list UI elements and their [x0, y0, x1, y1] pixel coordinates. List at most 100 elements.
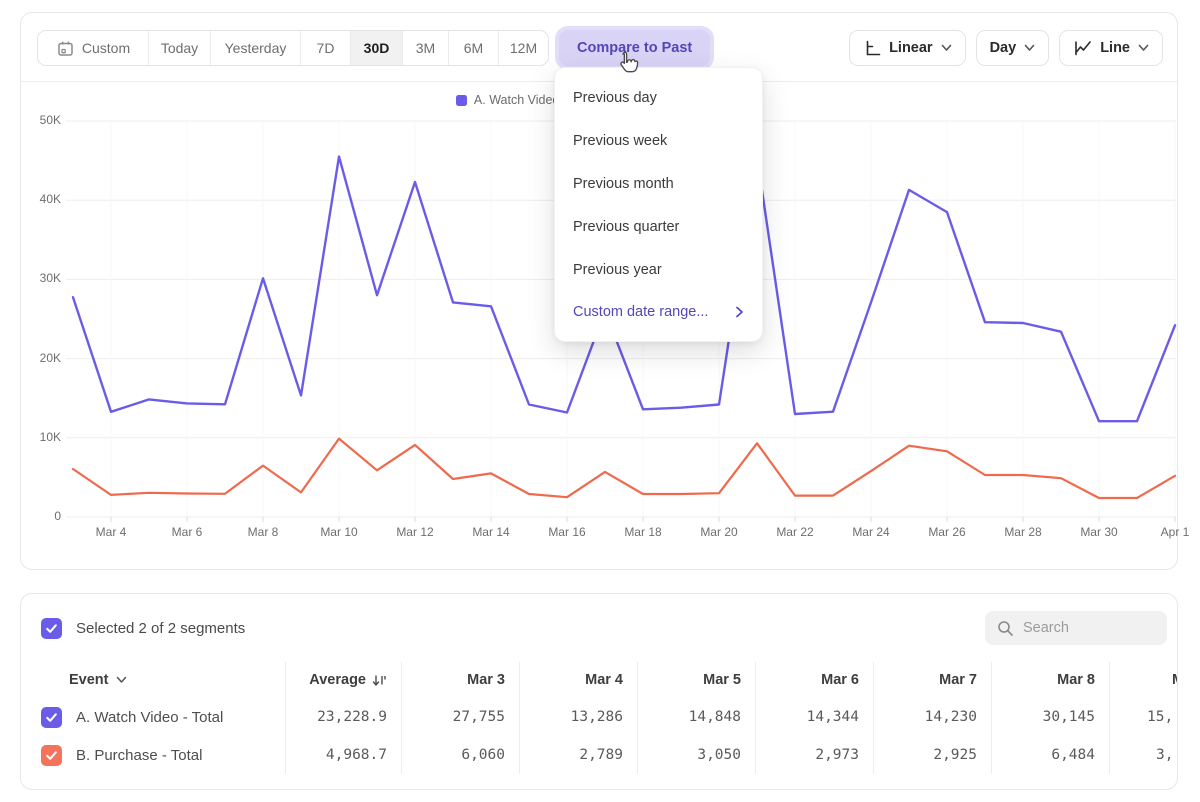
- sort-descending-icon: [372, 673, 387, 688]
- x-axis-label: Mar 26: [924, 525, 970, 539]
- column-header-event[interactable]: Event: [21, 662, 285, 698]
- chart-type-select[interactable]: Line: [1059, 30, 1163, 66]
- check-icon: [44, 621, 59, 636]
- chevron-right-icon: [735, 306, 744, 318]
- row-purchase-checkbox[interactable]: [41, 745, 62, 766]
- row-watch-video-label: A. Watch Video - Total: [21, 698, 285, 736]
- line-chart-icon: [1073, 39, 1092, 57]
- cell-value: 30,145: [991, 698, 1109, 736]
- scale-label: Linear: [889, 40, 933, 56]
- cell-value: 13,286: [519, 698, 637, 736]
- x-axis-label: Mar 24: [848, 525, 894, 539]
- cell-value: 2,973: [755, 736, 873, 774]
- custom-date-range-label: Custom date range...: [573, 304, 708, 320]
- column-header: Mar 8: [991, 662, 1109, 698]
- segments-header: Selected 2 of 2 segments: [21, 608, 1177, 648]
- range-12m[interactable]: 12M: [498, 31, 548, 65]
- cell-value: 23,228.9: [285, 698, 401, 736]
- cell-value-clipped: 3,: [1109, 736, 1178, 774]
- check-icon: [44, 710, 59, 725]
- chart-type-label: Line: [1100, 40, 1130, 56]
- column-header-clipped: M: [1109, 662, 1178, 698]
- row-watch-video-checkbox[interactable]: [41, 707, 62, 728]
- cell-value: 2,925: [873, 736, 991, 774]
- cell-value: 4,968.7: [285, 736, 401, 774]
- column-header: Mar 5: [637, 662, 755, 698]
- search-input[interactable]: [1023, 620, 1153, 636]
- menu-item-previous-day[interactable]: Previous day: [555, 76, 762, 119]
- chevron-down-icon: [941, 44, 952, 52]
- x-axis-label: Mar 14: [468, 525, 514, 539]
- compare-to-past-menu: Previous day Previous week Previous mont…: [554, 67, 763, 342]
- x-axis-label: Mar 16: [544, 525, 590, 539]
- table-row: B. Purchase - Total 4,968.7 6,060 2,789 …: [21, 736, 1178, 774]
- cell-value: 3,050: [637, 736, 755, 774]
- x-axis-label: Mar 28: [1000, 525, 1046, 539]
- column-header: Mar 6: [755, 662, 873, 698]
- column-header-average[interactable]: Average: [285, 662, 401, 698]
- chart-controls: Linear Day Line: [849, 30, 1163, 66]
- interval-label: Day: [990, 40, 1017, 56]
- linear-scale-icon: [863, 39, 881, 57]
- range-today[interactable]: Today: [148, 31, 210, 65]
- cell-value: 14,848: [637, 698, 755, 736]
- range-3m[interactable]: 3M: [402, 31, 448, 65]
- menu-item-previous-week[interactable]: Previous week: [555, 119, 762, 162]
- chart-card: Custom Today Yesterday 7D 30D 3M 6M 12M …: [20, 12, 1178, 570]
- y-axis-label: 0: [21, 509, 61, 523]
- y-axis-label: 50K: [21, 113, 61, 127]
- x-axis-label: Mar 18: [620, 525, 666, 539]
- purchase-line: [73, 439, 1175, 498]
- x-axis-label: Mar 6: [164, 525, 210, 539]
- selected-summary: Selected 2 of 2 segments: [76, 620, 245, 637]
- date-range-picker: Custom Today Yesterday 7D 30D 3M 6M 12M: [37, 30, 549, 66]
- y-axis-label: 20K: [21, 351, 61, 365]
- cell-value: 2,789: [519, 736, 637, 774]
- range-30d[interactable]: 30D: [350, 31, 402, 65]
- cell-value: 6,484: [991, 736, 1109, 774]
- calendar-icon: [56, 39, 75, 58]
- menu-item-custom-date-range[interactable]: Custom date range...: [555, 291, 762, 333]
- menu-item-previous-quarter[interactable]: Previous quarter: [555, 205, 762, 248]
- check-icon: [44, 748, 59, 763]
- cell-value: 14,230: [873, 698, 991, 736]
- cursor-pointer-icon: [613, 49, 640, 79]
- legend-swatch: [456, 95, 467, 106]
- column-header: Mar 7: [873, 662, 991, 698]
- chevron-down-icon: [1024, 44, 1035, 52]
- column-header: Mar 4: [519, 662, 637, 698]
- range-6m[interactable]: 6M: [448, 31, 498, 65]
- row-purchase-label: B. Purchase - Total: [21, 736, 285, 774]
- x-axis-label: Mar 10: [316, 525, 362, 539]
- x-axis-label: Apr 1: [1152, 525, 1198, 539]
- range-yesterday[interactable]: Yesterday: [210, 31, 300, 65]
- y-axis-label: 10K: [21, 430, 61, 444]
- chevron-down-icon: [116, 676, 127, 684]
- column-header: Mar 3: [401, 662, 519, 698]
- y-axis-label: 30K: [21, 271, 61, 285]
- x-axis-label: Mar 12: [392, 525, 438, 539]
- search-box[interactable]: [985, 611, 1167, 645]
- scale-select[interactable]: Linear: [849, 30, 966, 66]
- segments-card: Selected 2 of 2 segments Event Average: [20, 593, 1178, 790]
- x-axis-label: Mar 20: [696, 525, 742, 539]
- range-custom-label: Custom: [82, 40, 130, 56]
- x-axis-label: Mar 22: [772, 525, 818, 539]
- cell-value-clipped: 15,: [1109, 698, 1178, 736]
- interval-select[interactable]: Day: [976, 30, 1050, 66]
- range-7d[interactable]: 7D: [300, 31, 350, 65]
- y-axis-label: 40K: [21, 192, 61, 206]
- x-axis-label: Mar 8: [240, 525, 286, 539]
- table-header-row: Event Average Mar 3 Mar 4 Mar 5 Mar 6 Ma…: [21, 662, 1178, 698]
- cell-value: 6,060: [401, 736, 519, 774]
- table-row: A. Watch Video - Total 23,228.9 27,755 1…: [21, 698, 1178, 736]
- x-axis-label: Mar 30: [1076, 525, 1122, 539]
- search-icon: [997, 620, 1014, 637]
- menu-item-previous-month[interactable]: Previous month: [555, 162, 762, 205]
- chevron-down-icon: [1138, 44, 1149, 52]
- range-custom[interactable]: Custom: [38, 31, 148, 65]
- cell-value: 14,344: [755, 698, 873, 736]
- menu-item-previous-year[interactable]: Previous year: [555, 248, 762, 291]
- x-axis-label: Mar 4: [88, 525, 134, 539]
- select-all-checkbox[interactable]: [41, 618, 62, 639]
